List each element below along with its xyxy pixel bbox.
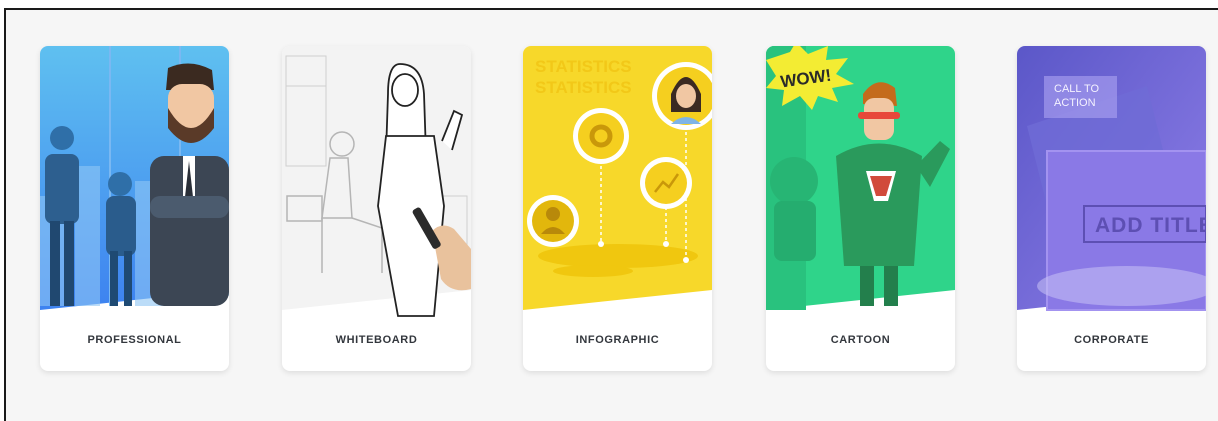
card-corporate[interactable]: CALL TO ACTION ADD TITLE CORPORATE — [1017, 46, 1206, 371]
card-label: PROFESSIONAL — [87, 334, 182, 346]
whiteboard-illustration — [282, 46, 471, 317]
card-label: CORPORATE — [1074, 334, 1149, 346]
card-label: CARTOON — [830, 334, 891, 346]
card-professional[interactable]: PROFESSIONAL — [40, 46, 229, 371]
card-whiteboard[interactable]: WHITEBOARD — [282, 46, 471, 371]
bg-word: STATISTICS — [535, 57, 632, 76]
add-title-text: ADD TITLE — [1095, 214, 1206, 237]
person-icon — [546, 207, 560, 221]
professional-illustration — [40, 46, 229, 310]
card-label: INFOGRAPHIC — [575, 334, 660, 346]
card-infographic[interactable]: STATISTICS STATISTICS INFOGRAPHIC — [523, 46, 712, 371]
infographic-illustration: STATISTICS STATISTICS — [523, 46, 712, 310]
card-label: WHITEBOARD — [335, 334, 418, 346]
corporate-illustration: CALL TO ACTION ADD TITLE — [1017, 46, 1206, 311]
card-cartoon[interactable]: WOW! CARTOON — [766, 46, 955, 371]
cartoon-illustration: WOW! — [766, 46, 955, 310]
bg-word: STATISTICS — [535, 78, 632, 97]
